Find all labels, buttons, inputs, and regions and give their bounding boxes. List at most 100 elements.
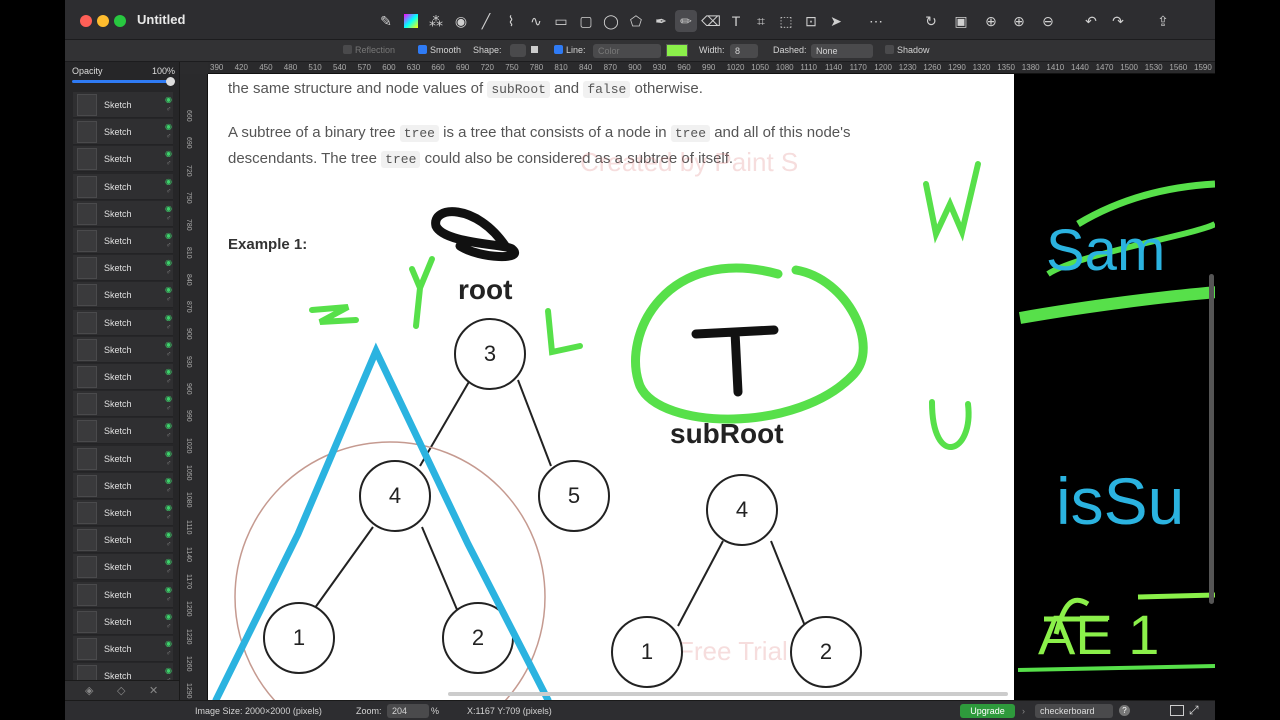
upgrade-button[interactable]: Upgrade [960,704,1015,718]
shadow-checkbox[interactable]: Shadow [885,45,930,55]
lock-icon[interactable]: ♂ [166,650,171,657]
visibility-eye-icon[interactable]: ◉ [165,394,172,403]
visibility-eye-icon[interactable]: ◉ [165,476,172,485]
visibility-eye-icon[interactable]: ◉ [165,449,172,458]
dashed-select[interactable]: None [811,44,873,58]
visibility-eye-icon[interactable]: ◉ [165,340,172,349]
background-select[interactable]: checkerboard [1035,704,1113,718]
rounded-rect-tool-icon[interactable]: ▢ [575,10,597,32]
vertical-scrollbar[interactable] [1209,274,1214,604]
paint-bucket-icon[interactable]: ◉ [450,10,472,32]
visibility-eye-icon[interactable]: ◉ [165,557,172,566]
visibility-eye-icon[interactable]: ◉ [165,122,172,131]
text-tool-icon[interactable]: T [725,10,747,32]
layer-row[interactable]: Sketch ◉ ♂ [73,309,173,336]
minimize-window-button[interactable] [97,15,109,27]
visibility-eye-icon[interactable]: ◉ [165,177,172,186]
visibility-eye-icon[interactable]: ◉ [165,149,172,158]
layer-row[interactable]: Sketch ◉ ♂ [73,636,173,662]
eraser-tool-icon[interactable]: ⌫ [700,10,722,32]
lock-icon[interactable]: ♂ [166,133,171,140]
undo-icon[interactable]: ↶ [1080,10,1102,32]
visibility-eye-icon[interactable]: ◉ [165,530,172,539]
horizontal-scrollbar[interactable] [448,692,1008,696]
zoom-field[interactable]: 204 [387,704,429,718]
pointer-tool-icon[interactable]: ➤ [825,10,847,32]
visibility-eye-icon[interactable]: ◉ [165,585,172,594]
zoom-in-icon[interactable]: ⊕ [1008,10,1030,32]
ellipse-tool-icon[interactable]: ◯ [600,10,622,32]
layer-row[interactable]: Sketch ◉ ♂ [73,364,173,390]
close-window-button[interactable] [80,15,92,27]
magic-select-icon[interactable]: ⊡ [800,10,822,32]
layer-row[interactable]: Sketch ◉ ♂ [73,418,173,445]
zoom-out-icon[interactable]: ⊖ [1037,10,1059,32]
layer-row[interactable]: Sketch ◉ ♂ [73,391,173,418]
visibility-eye-icon[interactable]: ◉ [165,367,172,376]
visibility-eye-icon[interactable]: ◉ [165,231,172,240]
opacity-slider-knob[interactable] [166,77,175,86]
layer-row[interactable]: Sketch ◉ ♂ [73,255,173,282]
redo-icon[interactable]: ↷ [1107,10,1129,32]
lock-icon[interactable]: ♂ [166,487,171,494]
visibility-eye-icon[interactable]: ◉ [165,258,172,267]
select-rect-icon[interactable]: ⬚ [775,10,797,32]
lock-icon[interactable]: ♂ [166,188,171,195]
lock-icon[interactable]: ♂ [166,106,171,113]
smooth-checkbox[interactable]: Smooth [418,45,461,55]
visibility-eye-icon[interactable]: ◉ [165,285,172,294]
image-icon[interactable]: ▣ [950,10,972,32]
visibility-eye-icon[interactable]: ◉ [165,204,172,213]
layer-row[interactable]: Sketch ◉ ♂ [73,472,173,499]
zoom-window-button[interactable] [114,15,126,27]
line-tool-icon[interactable]: ╱ [475,10,497,32]
shape-square-button[interactable] [531,46,538,53]
layer-row[interactable]: Sketch ◉ ♂ [73,228,173,254]
lock-icon[interactable]: ♂ [166,215,171,222]
layer-row[interactable]: Sketch ◉ ♂ [73,500,173,526]
lock-icon[interactable]: ♂ [166,351,171,358]
pencil-tool-icon[interactable]: ✏ [675,10,697,32]
shape-round-button[interactable] [510,44,526,57]
spray-icon[interactable]: ⁂ [425,10,447,32]
layer-row[interactable]: Sketch ◉ ♂ [73,581,173,608]
layer-row[interactable]: Sketch ◉ ♂ [73,92,173,118]
color-picker-icon[interactable] [400,10,422,32]
layer-row[interactable]: Sketch ◉ ♂ [73,527,173,554]
layer-row[interactable]: Sketch ◉ ♂ [73,146,173,173]
layer-row[interactable]: Sketch ◉ ♂ [73,608,173,635]
layer-row[interactable]: Sketch ◉ ♂ [73,336,173,363]
layer-row[interactable]: Sketch ◉ ♂ [73,119,173,146]
visibility-eye-icon[interactable]: ◉ [165,95,172,104]
width-stepper[interactable]: 8 [730,44,758,58]
drawing-canvas[interactable]: the same structure and node values of su… [208,74,1215,700]
layer-row[interactable]: Sketch ◉ ♂ [73,445,173,472]
visibility-eye-icon[interactable]: ◉ [165,666,172,675]
visibility-eye-icon[interactable]: ◉ [165,421,172,430]
lock-icon[interactable]: ♂ [166,460,171,467]
rectangle-tool-icon[interactable]: ▭ [550,10,572,32]
lock-icon[interactable]: ♂ [166,541,171,548]
layers-icon[interactable]: ◈ [85,684,93,697]
lock-icon[interactable]: ♂ [166,596,171,603]
line-checkbox[interactable]: Line: [554,45,586,55]
fullscreen-icon[interactable]: ⤢ [1189,703,1199,718]
curve-tool-icon[interactable]: ∿ [525,10,547,32]
lock-icon[interactable]: ♂ [166,405,171,412]
share-icon[interactable]: ⇪ [1152,10,1174,32]
visibility-eye-icon[interactable]: ◉ [165,313,172,322]
more-tools-icon[interactable]: ⋯ [865,10,887,32]
help-button[interactable]: ? [1119,705,1130,716]
visibility-eye-icon[interactable]: ◉ [165,639,172,648]
lock-icon[interactable]: ♂ [166,296,171,303]
opacity-slider[interactable] [72,80,172,83]
visibility-eye-icon[interactable]: ◉ [165,612,172,621]
zoom-fit-icon[interactable]: ⊕ [980,10,1002,32]
layer-row[interactable]: Sketch ◉ ♂ [73,200,173,227]
eyedropper-icon[interactable]: ✎ [375,10,397,32]
stroke-color-swatch[interactable] [666,44,688,57]
lock-icon[interactable]: ♂ [166,514,171,521]
lock-icon[interactable]: ♂ [166,324,171,331]
lock-icon[interactable]: ♂ [166,269,171,276]
lock-icon[interactable]: ♂ [166,378,171,385]
